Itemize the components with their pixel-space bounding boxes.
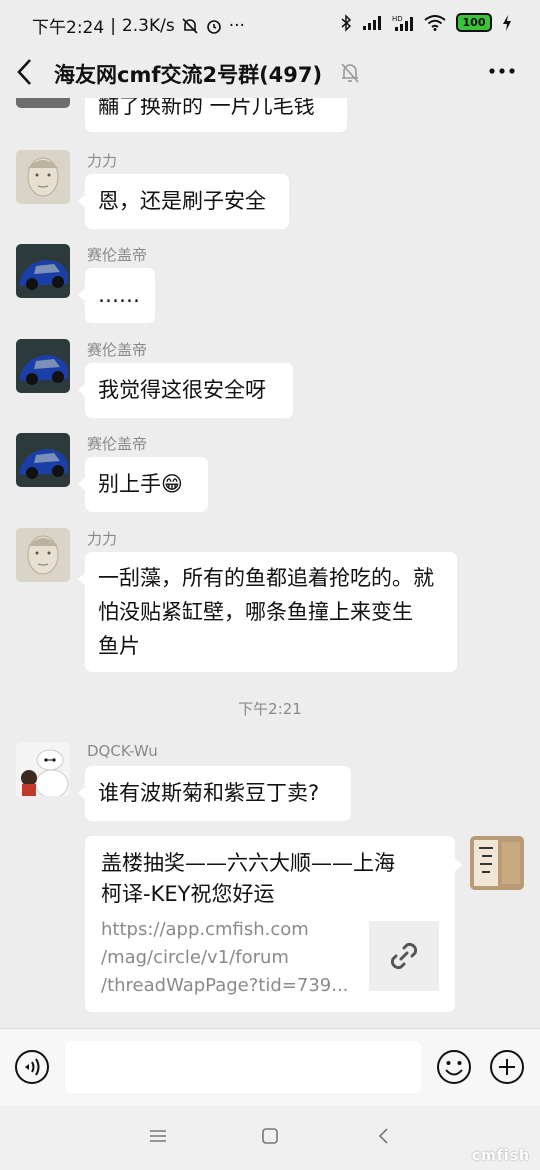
- link-card-thumbnail: [369, 921, 439, 991]
- home-square-icon: [262, 1128, 278, 1144]
- nav-home-button[interactable]: [260, 1126, 280, 1150]
- emoji-icon: [437, 1050, 471, 1084]
- chevron-left-icon: [17, 59, 31, 85]
- more-dots-icon: [489, 68, 515, 74]
- link-icon: [390, 942, 418, 970]
- svg-text:HD: HD: [392, 15, 403, 23]
- alarm-icon: [206, 19, 221, 34]
- signal-icon: [363, 15, 381, 30]
- voice-button[interactable]: [14, 1049, 49, 1084]
- message-bubble[interactable]: 恩，还是刷子安全: [78, 174, 289, 229]
- link-card-message[interactable]: 盖楼抽奖——六六大顺——上海 柯译-KEY祝您好运 https://app.cm…: [85, 836, 462, 1012]
- message-text: ……: [98, 283, 140, 307]
- system-nav-bar: cmfish: [0, 1106, 540, 1170]
- mute-bell-icon: [182, 17, 198, 34]
- message-input[interactable]: [66, 1041, 421, 1093]
- input-bar: [0, 1028, 540, 1107]
- more-options-button[interactable]: [488, 56, 516, 93]
- battery-icon: 100: [456, 13, 492, 32]
- nav-menu-button[interactable]: [148, 1126, 168, 1150]
- sender-name: DQCK-Wu: [87, 742, 158, 760]
- chat-header: 海友网cmf交流2号群(497): [0, 48, 540, 98]
- status-divider: |: [110, 15, 116, 36]
- link-card-url-line: /threadWapPage?tid=739...: [101, 975, 349, 996]
- menu-icon: [150, 1130, 166, 1142]
- self-avatar[interactable]: [470, 836, 524, 890]
- link-card-url-line: https://app.cmfish.com: [101, 919, 309, 940]
- mute-bell-icon: [341, 63, 359, 83]
- more-functions-button[interactable]: [489, 1049, 525, 1085]
- back-button[interactable]: [14, 56, 44, 90]
- message-bubble[interactable]: 谁有波斯菊和紫豆丁卖?: [78, 766, 351, 821]
- message-text: 别上手😁: [98, 472, 183, 496]
- time-separator: 下午2:21: [238, 700, 302, 718]
- chat-title[interactable]: 海友网cmf交流2号群(497): [54, 59, 322, 89]
- message-bubble[interactable]: ……: [78, 268, 155, 323]
- message-text-line: 鱼片: [98, 634, 140, 658]
- car-avatar[interactable]: [16, 244, 70, 298]
- message-bubble[interactable]: 我觉得这很安全呀: [78, 363, 293, 418]
- nav-back-button[interactable]: [374, 1126, 394, 1150]
- chat-message-list[interactable]: 黼了换新的 一片几毛钱 力力 恩，还是刷子安全 赛伦盖帝 …… 赛伦盖帝 我觉得…: [0, 98, 540, 1028]
- network-speed: 2.3K/s: [121, 15, 175, 36]
- message-bubble[interactable]: 一刮藻，所有的鱼都追着抢吃的。就 怕没贴紧缸壁，哪条鱼撞上来变生 鱼片: [78, 552, 457, 672]
- sender-name: 力力: [87, 152, 118, 170]
- plus-icon: [490, 1050, 524, 1084]
- status-time: 下午2:24: [32, 18, 105, 38]
- status-bar: 下午2:24 | 2.3K/s ··· HD 100: [0, 0, 540, 48]
- link-card-url-line: /mag/circle/v1/forum: [101, 947, 289, 968]
- person-avatar[interactable]: [16, 150, 70, 204]
- person-avatar[interactable]: [16, 528, 70, 582]
- sender-name: 赛伦盖帝: [87, 341, 148, 359]
- link-card-title-line: 盖楼抽奖——六六大顺——上海: [101, 851, 395, 875]
- message-text: 黼了换新的 一片几毛钱: [98, 98, 315, 118]
- message-text: 谁有波斯菊和紫豆丁卖?: [98, 781, 320, 805]
- voice-icon: [15, 1050, 49, 1084]
- back-arrow-icon: [378, 1128, 388, 1144]
- message-text-line: 怕没贴紧缸壁，哪条鱼撞上来变生: [98, 600, 413, 624]
- emoji-button[interactable]: [436, 1049, 472, 1085]
- hd-signal-icon: HD: [392, 15, 413, 31]
- link-card-title-line: 柯译-KEY祝您好运: [101, 882, 275, 906]
- message-text: 我觉得这很安全呀: [98, 378, 266, 402]
- message-text-line: 一刮藻，所有的鱼都追着抢吃的。就: [98, 566, 434, 590]
- sender-name: 力力: [87, 530, 118, 548]
- baymax-avatar[interactable]: [16, 742, 70, 796]
- message-bubble[interactable]: 别上手😁: [78, 457, 208, 512]
- person-avatar[interactable]: [16, 98, 70, 108]
- message-bubble[interactable]: 黼了换新的 一片几毛钱: [85, 98, 347, 132]
- wifi-icon: [424, 14, 446, 31]
- car-avatar[interactable]: [16, 339, 70, 393]
- more-dots-icon: ···: [228, 15, 245, 36]
- status-right: HD 100: [340, 13, 512, 32]
- status-left: 下午2:24 | 2.3K/s ···: [32, 13, 245, 39]
- car-avatar[interactable]: [16, 433, 70, 487]
- charging-icon: [503, 14, 511, 31]
- sender-name: 赛伦盖帝: [87, 435, 148, 453]
- link-card-title: 盖楼抽奖——六六大顺——上海 柯译-KEY祝您好运: [101, 848, 441, 910]
- link-card-url: https://app.cmfish.com /mag/circle/v1/fo…: [101, 916, 356, 1000]
- bluetooth-icon: [341, 13, 352, 32]
- message-text: 恩，还是刷子安全: [98, 189, 266, 213]
- sender-name: 赛伦盖帝: [87, 246, 148, 264]
- watermark: cmfish: [471, 1148, 530, 1164]
